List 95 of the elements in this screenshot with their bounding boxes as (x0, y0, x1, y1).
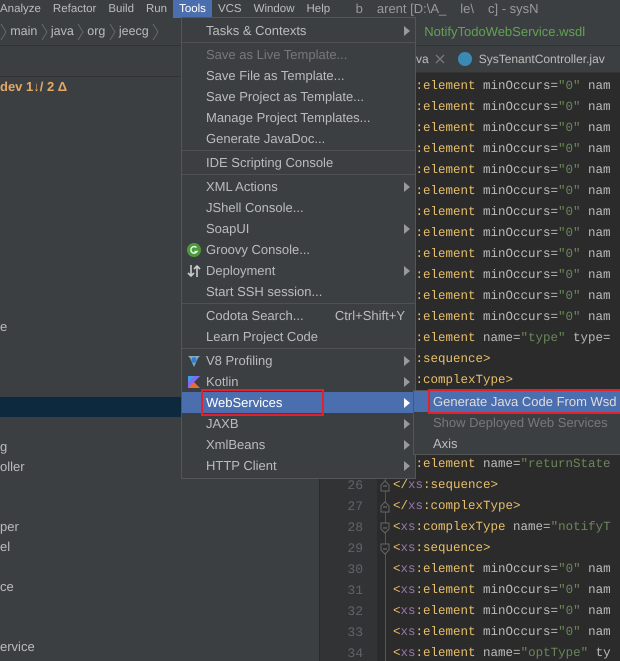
menu-item[interactable]: Kotlin (182, 371, 415, 392)
code-line: :element minOccurs="0" nam (416, 142, 611, 156)
tree-item[interactable]: el (0, 539, 10, 554)
menu-item[interactable]: Manage Project Templates... (182, 107, 415, 128)
arrows-icon (187, 264, 201, 278)
shield-icon (187, 354, 201, 368)
menu-item[interactable]: Start SSH session... (182, 281, 415, 302)
breadcrumb-item[interactable]: org (87, 22, 106, 41)
menu-item[interactable]: JAXB (182, 413, 415, 434)
menu-item[interactable]: Learn Project Code (182, 326, 415, 347)
chevron-icon (108, 22, 116, 40)
menu-item[interactable]: V8 Profiling (182, 350, 415, 371)
code-line: :element minOccurs="0" nam (416, 226, 611, 240)
code-line: <xs:element minOccurs="0" nam (393, 604, 611, 618)
menu-item[interactable]: Refactor (46, 0, 102, 18)
menu-item[interactable]: Deployment (182, 260, 415, 281)
tree-item[interactable]: oller (0, 459, 25, 474)
submenu-arrow-icon (403, 224, 411, 234)
code-line: :element minOccurs="0" nam (416, 247, 611, 262)
submenu-arrow-icon (403, 398, 411, 408)
chevron-icon (77, 22, 84, 40)
breadcrumb-item[interactable]: main (10, 22, 38, 41)
menu-item[interactable]: SoapUI (182, 218, 415, 239)
code-line: </xs:sequence> (393, 478, 498, 492)
submenu-arrow-icon (403, 266, 411, 276)
menu-item[interactable]: Generate JavaDoc... (182, 128, 415, 149)
menu-item[interactable]: Build (102, 0, 140, 18)
menu-item[interactable]: Save Project as Template... (182, 86, 415, 107)
menu-item[interactable]: JShell Console... (182, 197, 415, 218)
code-line: :element minOccurs="0" nam (416, 163, 611, 178)
code-line: :element minOccurs="0" nam (416, 289, 611, 304)
code-line: :element name="returnState (416, 457, 611, 472)
window-title: c] - sysN (488, 0, 539, 18)
tree-item[interactable]: per (0, 519, 19, 534)
menu-item[interactable]: Help (300, 0, 336, 18)
code-line: <xs:element minOccurs="0" nam (393, 625, 611, 640)
menu-item[interactable]: HTTP Client (182, 455, 415, 476)
menu-item[interactable]: Axis (414, 433, 620, 454)
menu-item[interactable]: XML Actions (182, 176, 415, 197)
code-line: :element minOccurs="0" nam (416, 121, 611, 136)
submenu-arrow-icon (403, 376, 411, 386)
code-line: :element minOccurs="0" nam (416, 100, 611, 114)
breadcrumb-item[interactable]: jeecg (118, 22, 149, 41)
tree-item[interactable]: ce (0, 579, 14, 594)
menu-item[interactable]: Groovy Console... (182, 239, 415, 260)
code-line: :complexType> (416, 373, 514, 388)
code-line: <xs:element minOccurs="0" nam (393, 562, 611, 576)
menu-item[interactable]: IDE Scripting Console (182, 152, 415, 173)
class-icon (458, 52, 472, 66)
menu-item[interactable]: WebServices (182, 392, 415, 413)
code-line: :element minOccurs="0" nam (416, 205, 611, 220)
menu-item[interactable]: Save File as Template... (182, 65, 415, 86)
submenu-arrow-icon (403, 460, 411, 470)
menu-item[interactable]: XmlBeans (182, 434, 415, 455)
submenu-arrow-icon (403, 182, 411, 192)
circle-icon (187, 242, 201, 256)
code-line: <xs:complexType name="notifyT (393, 520, 611, 534)
close-icon (435, 54, 446, 64)
window-title: b (356, 0, 363, 18)
code-line: :element minOccurs="0" nam (416, 184, 611, 198)
editor-tab[interactable]: va (416, 46, 429, 72)
tree-item[interactable]: e (0, 319, 8, 334)
window-title: arent [D:\A_ (376, 0, 446, 18)
chevron-icon (40, 22, 48, 40)
breadcrumb-item[interactable]: NotifyTodoWebService.wsdl (424, 22, 586, 42)
code-line: :element minOccurs="0" nam (416, 310, 611, 324)
submenu-arrow-icon (403, 440, 411, 450)
menu-item[interactable]: Analyze (0, 0, 47, 18)
menu-item[interactable]: VCS (212, 0, 248, 18)
tree-item[interactable]: g (0, 439, 8, 454)
tree-item[interactable]: ervice (0, 639, 35, 654)
menu-item[interactable]: Tools (173, 0, 212, 18)
code-line: <xs:element name="optType" ty (393, 646, 611, 660)
code-line: :element name="type" type= (416, 331, 611, 346)
window-title: le\ (460, 0, 474, 18)
code-line: </xs:complexType> (393, 499, 521, 514)
chevron-icon (0, 22, 7, 40)
code-line: :sequence> (416, 352, 491, 366)
menu-item[interactable]: Codota Search... Ctrl+Shift+Y (182, 305, 415, 326)
code-line: <xs:element minOccurs="0" nam (393, 583, 611, 598)
chevron-icon (152, 22, 159, 40)
breadcrumb-item[interactable]: java (50, 22, 74, 41)
code-line: <xs:sequence> (393, 541, 491, 556)
tree-item[interactable]: dev 1↓/ 2 Δ (0, 79, 68, 94)
menu-item[interactable]: Tasks & Contexts (182, 20, 415, 41)
menu-item[interactable]: Generate Java Code From Wsd (414, 391, 620, 412)
shortcut-text: Ctrl+Shift+Y (334, 306, 405, 325)
code-line: :element minOccurs="0" nam (416, 79, 611, 94)
menu-item[interactable]: Run (140, 0, 174, 18)
submenu-arrow-icon (403, 418, 411, 428)
submenu-arrow-icon (403, 356, 411, 366)
editor-tab[interactable]: SysTenantController.jav (478, 46, 605, 72)
code-line: :element minOccurs="0" nam (416, 268, 611, 282)
menu-item[interactable]: Window (248, 0, 300, 18)
submenu-arrow-icon (403, 26, 411, 36)
